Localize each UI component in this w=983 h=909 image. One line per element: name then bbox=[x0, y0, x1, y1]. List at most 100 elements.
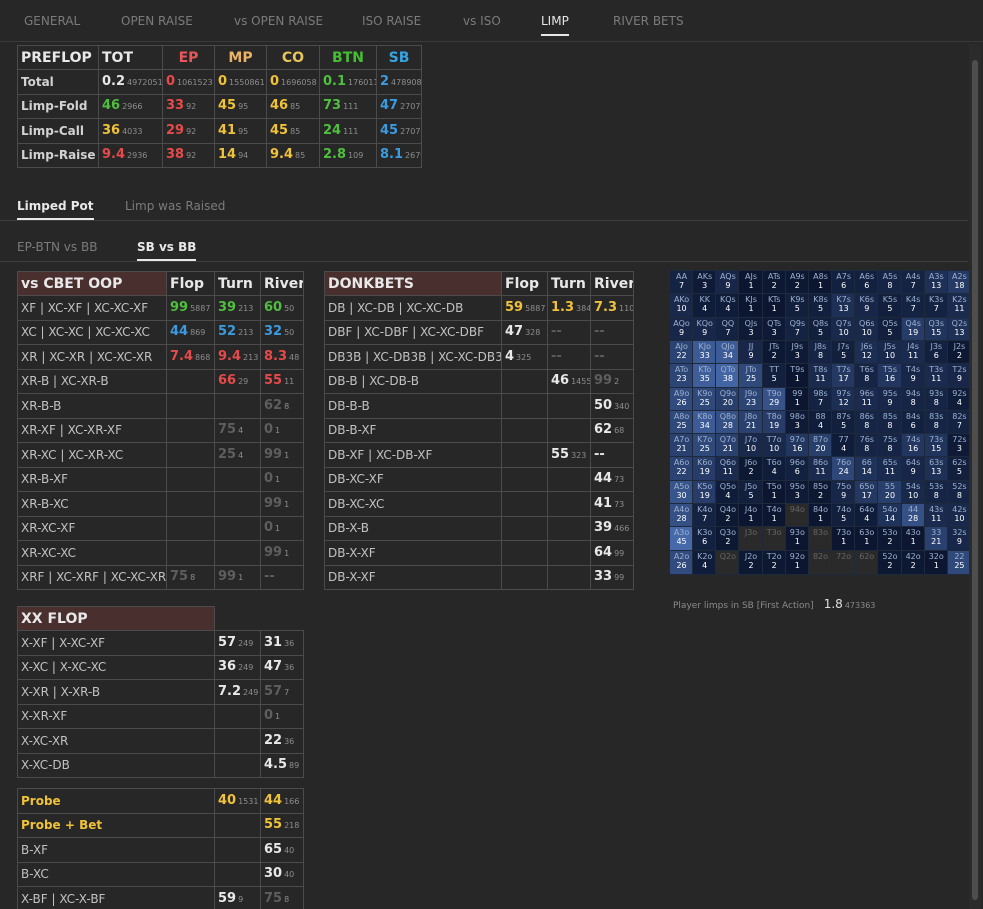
hand-cell[interactable]: 73s 15 bbox=[923, 433, 949, 459]
hand-cell[interactable]: QJs 3 bbox=[738, 316, 764, 342]
hand-cell[interactable]: 87s 5 bbox=[831, 409, 857, 436]
hand-cell[interactable]: T8o 19 bbox=[761, 409, 787, 436]
hand-cell[interactable]: 86s 8 bbox=[854, 409, 880, 436]
hand-cell[interactable]: KJo 33 bbox=[692, 339, 718, 366]
hand-cell[interactable]: 72s 3 bbox=[946, 433, 973, 459]
hand-cell[interactable]: 43s 11 bbox=[923, 503, 949, 529]
hand-cell[interactable]: 32s 9 bbox=[946, 526, 973, 552]
hand-cell[interactable]: T4s 9 bbox=[900, 363, 926, 389]
hand-cell[interactable]: 77 4 bbox=[831, 433, 857, 459]
hand-cell[interactable]: 54s 10 bbox=[900, 479, 926, 506]
hand-cell[interactable]: AJs 1 bbox=[738, 269, 764, 296]
hand-cell[interactable]: J9s 3 bbox=[784, 339, 810, 366]
hand-cell[interactable]: J7s 5 bbox=[831, 339, 857, 366]
hand-cell[interactable]: AQo 9 bbox=[668, 316, 695, 342]
hand-cell[interactable]: J8o 21 bbox=[738, 409, 764, 436]
hand-cell[interactable]: T7s 17 bbox=[831, 363, 857, 389]
hand-cell[interactable]: T6o 4 bbox=[761, 456, 787, 482]
hand-cell[interactable]: K3s 7 bbox=[923, 293, 949, 319]
hand-cell[interactable]: Q7s 10 bbox=[831, 316, 857, 342]
hand-cell[interactable]: 55 20 bbox=[877, 479, 903, 506]
tab-sb-vs-bb[interactable]: SB vs BB bbox=[137, 240, 197, 261]
hand-cell[interactable]: T8s 11 bbox=[807, 363, 834, 389]
hand-cell[interactable]: Q2o bbox=[715, 549, 741, 575]
hand-cell[interactable]: 42s 10 bbox=[946, 503, 973, 529]
hand-cell[interactable]: 84o 1 bbox=[807, 503, 834, 529]
hand-cell[interactable]: KTs 1 bbox=[761, 293, 787, 319]
hand-cell[interactable]: K5s 5 bbox=[877, 293, 903, 319]
hand-cell[interactable]: K9o 25 bbox=[692, 386, 718, 412]
hand-cell[interactable]: 82s 7 bbox=[946, 409, 973, 436]
tab-limped-pot[interactable]: Limped Pot bbox=[17, 199, 94, 220]
hand-cell[interactable]: A6o 22 bbox=[668, 456, 695, 482]
hand-cell[interactable]: 33 21 bbox=[923, 526, 949, 552]
hand-cell[interactable]: A3o 45 bbox=[668, 526, 695, 552]
hand-cell[interactable]: 99 1 bbox=[784, 386, 810, 412]
hand-cell[interactable]: 76o 24 bbox=[831, 456, 857, 482]
hand-cell[interactable]: A4o 28 bbox=[668, 503, 695, 529]
hand-cell[interactable]: A9s 2 bbox=[784, 269, 810, 296]
hand-cell[interactable]: 22 25 bbox=[946, 549, 973, 575]
hand-cell[interactable]: Q3o 2 bbox=[715, 526, 741, 552]
hand-cell[interactable]: A2o 26 bbox=[668, 549, 695, 575]
hand-cell[interactable]: 93s 8 bbox=[923, 386, 949, 412]
hand-cell[interactable]: J5s 10 bbox=[877, 339, 903, 366]
hand-cell[interactable]: Q9o 20 bbox=[715, 386, 741, 412]
hand-cell[interactable]: 98s 7 bbox=[807, 386, 834, 412]
hand-cell[interactable]: 87o 20 bbox=[807, 433, 834, 459]
hand-cell[interactable]: K7s 13 bbox=[831, 293, 857, 319]
hand-cell[interactable]: J3s 6 bbox=[923, 339, 949, 366]
hand-cell[interactable]: ATo 23 bbox=[668, 363, 695, 389]
hand-cell[interactable]: 84s 6 bbox=[900, 409, 926, 436]
hand-cell[interactable]: KJs 1 bbox=[738, 293, 764, 319]
hand-cell[interactable]: Q4s 19 bbox=[900, 316, 926, 342]
hand-cell[interactable]: K6s 9 bbox=[854, 293, 880, 319]
hand-cell[interactable]: J4o 1 bbox=[738, 503, 764, 529]
tab-iso-raise[interactable]: ISO RAISE bbox=[362, 14, 421, 28]
hand-cell[interactable]: 98o 3 bbox=[784, 409, 810, 436]
hand-cell[interactable]: T3s 11 bbox=[923, 363, 949, 389]
hand-cell[interactable]: AKo 10 bbox=[668, 293, 695, 319]
hand-cell[interactable]: J4s 11 bbox=[900, 339, 926, 366]
hand-cell[interactable]: K8s 5 bbox=[807, 293, 834, 319]
hand-cell[interactable]: T7o 10 bbox=[761, 433, 787, 459]
hand-cell[interactable]: A3s 13 bbox=[923, 269, 949, 296]
tab-vs-open-raise[interactable]: vs OPEN RAISE bbox=[234, 14, 323, 28]
hand-cell[interactable]: 65s 11 bbox=[877, 456, 903, 482]
hand-cell[interactable]: A7o 21 bbox=[668, 433, 695, 459]
tab-vs-iso[interactable]: vs ISO bbox=[463, 14, 501, 28]
hand-cell[interactable]: J9o 23 bbox=[738, 386, 764, 412]
hand-cell[interactable]: 96s 11 bbox=[854, 386, 880, 412]
tab-open-raise[interactable]: OPEN RAISE bbox=[121, 14, 193, 28]
hand-cell[interactable]: K6o 19 bbox=[692, 456, 718, 482]
hand-cell[interactable]: AQs 9 bbox=[715, 269, 741, 296]
hand-cell[interactable]: K9s 5 bbox=[784, 293, 810, 319]
hand-cell[interactable]: 44 28 bbox=[900, 503, 926, 529]
hand-cell[interactable]: A8o 25 bbox=[668, 409, 695, 436]
hand-cell[interactable]: Q8s 5 bbox=[807, 316, 834, 342]
hand-cell[interactable]: QQ 7 bbox=[715, 316, 741, 342]
hand-cell[interactable]: T5o 1 bbox=[761, 479, 787, 506]
hand-cell[interactable]: 52s 8 bbox=[946, 479, 973, 506]
hand-cell[interactable]: J7o 10 bbox=[738, 433, 764, 459]
hand-cell[interactable]: 95o 3 bbox=[784, 479, 810, 506]
hand-cell[interactable]: J8s 8 bbox=[807, 339, 834, 366]
hand-cell[interactable]: A6s 6 bbox=[854, 269, 880, 296]
hand-cell[interactable]: A2s 18 bbox=[946, 269, 973, 296]
hand-cell[interactable]: 53s 8 bbox=[923, 479, 949, 506]
hand-cell[interactable]: 43o 1 bbox=[900, 526, 926, 552]
hand-cell[interactable]: 83o bbox=[807, 526, 834, 552]
hand-cell[interactable]: 54o 14 bbox=[877, 503, 903, 529]
hand-cell[interactable]: AKs 3 bbox=[692, 269, 718, 296]
hand-cell[interactable]: 74o 5 bbox=[831, 503, 857, 529]
hand-cell[interactable]: 65o 17 bbox=[854, 479, 880, 506]
hand-cell[interactable]: KK 4 bbox=[692, 293, 718, 319]
hand-cell[interactable]: T9o 29 bbox=[761, 386, 787, 412]
hand-cell[interactable]: T6s 8 bbox=[854, 363, 880, 389]
hand-cell[interactable]: 64s 9 bbox=[900, 456, 926, 482]
tab-limp[interactable]: LIMP bbox=[541, 14, 569, 36]
scrollbar-thumb[interactable] bbox=[972, 60, 978, 900]
hand-cell[interactable]: Q7o 21 bbox=[715, 433, 741, 459]
hand-cell[interactable]: 96o 6 bbox=[784, 456, 810, 482]
hand-cell[interactable]: K2o 4 bbox=[692, 549, 718, 575]
